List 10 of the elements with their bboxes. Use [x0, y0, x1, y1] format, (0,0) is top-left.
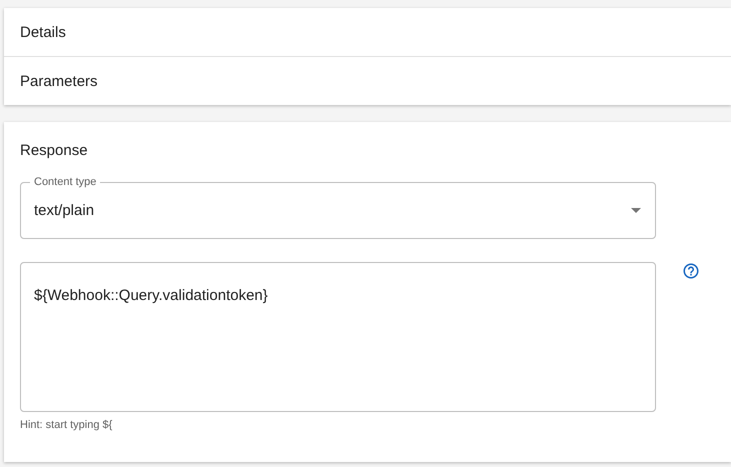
select-value: text/plain [34, 202, 94, 218]
field-label: Content type [33, 176, 98, 189]
section-header[interactable]: Parameters [4, 57, 731, 105]
response-title: Response [20, 142, 89, 159]
content-type-select[interactable]: Content type text/plain [20, 176, 656, 239]
hint-text: Hint: start typing ${ [20, 419, 114, 431]
help-icon[interactable] [682, 262, 700, 280]
dropdown-caret-icon [631, 208, 641, 212]
section-header[interactable]: Details [4, 8, 731, 57]
body-input-field[interactable]: ${Webhook::Query.validationtoken} [20, 262, 656, 412]
